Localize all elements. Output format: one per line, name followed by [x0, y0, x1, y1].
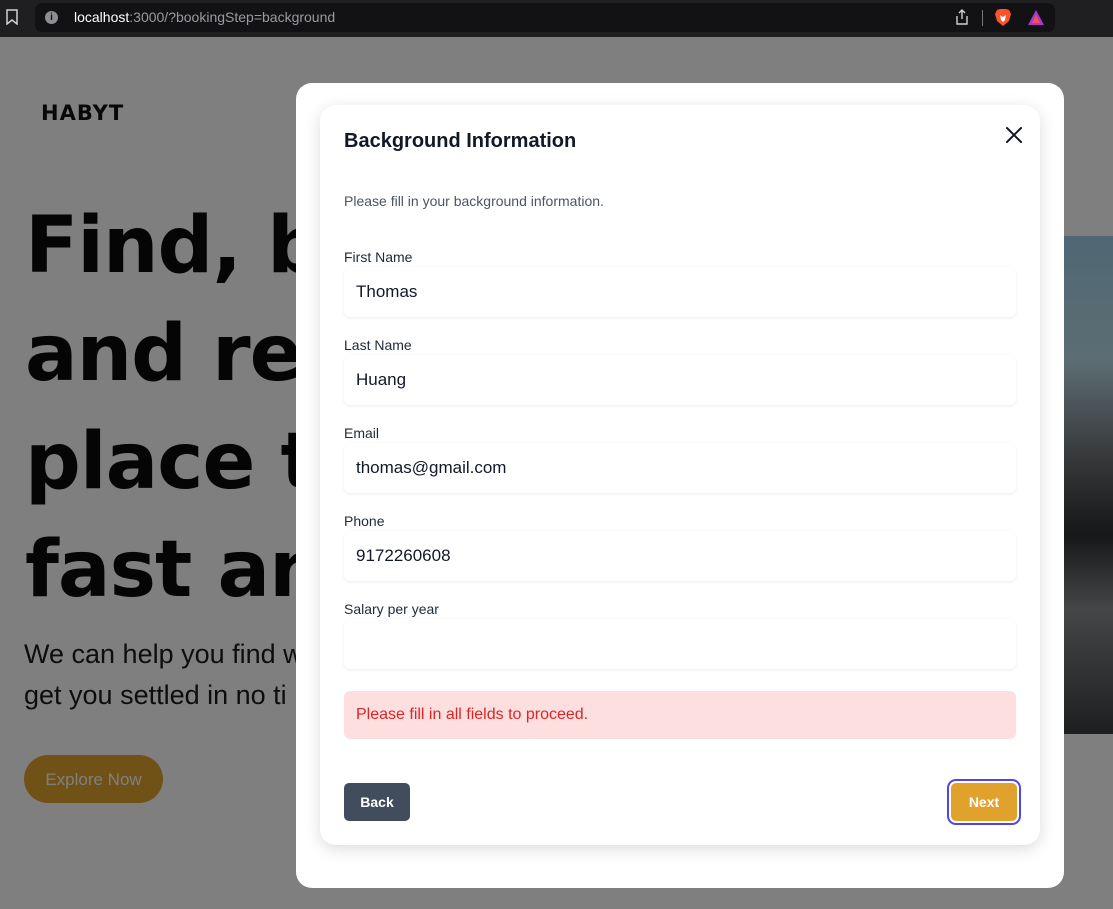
- url-text[interactable]: localhost:3000/?bookingStep=background: [74, 9, 335, 25]
- url-host: localhost: [74, 9, 130, 25]
- error-message: Please fill in all fields to proceed.: [356, 706, 589, 723]
- modal-description: Please fill in your background informati…: [344, 193, 604, 209]
- share-icon[interactable]: [955, 9, 969, 25]
- browser-toolbar: i localhost:3000/?bookingStep=background: [0, 0, 1113, 37]
- salary-label: Salary per year: [344, 601, 439, 617]
- error-alert: Please fill in all fields to proceed.: [344, 691, 1016, 739]
- toolbar-divider: [982, 10, 983, 26]
- close-icon[interactable]: [1003, 124, 1025, 146]
- last-name-label: Last Name: [344, 337, 412, 353]
- first-name-field[interactable]: [344, 267, 1016, 317]
- background-info-modal: Background Information Please fill in yo…: [320, 105, 1040, 845]
- brave-rewards-icon[interactable]: [1027, 9, 1045, 26]
- last-name-field[interactable]: [344, 355, 1016, 405]
- next-button[interactable]: Next: [951, 783, 1017, 821]
- modal-title: Background Information: [344, 130, 577, 152]
- phone-label: Phone: [344, 513, 385, 529]
- url-path: :3000/?bookingStep=background: [129, 9, 336, 25]
- email-field[interactable]: [344, 443, 1016, 493]
- first-name-label: First Name: [344, 249, 413, 265]
- brave-lion-icon[interactable]: [994, 8, 1012, 27]
- bookmark-icon[interactable]: [6, 9, 18, 25]
- site-info-icon[interactable]: i: [45, 11, 58, 24]
- email-label: Email: [344, 425, 380, 441]
- address-bar[interactable]: i localhost:3000/?bookingStep=background: [35, 3, 1055, 32]
- back-button[interactable]: Back: [344, 783, 410, 821]
- phone-field[interactable]: [344, 531, 1016, 581]
- salary-field[interactable]: [344, 619, 1016, 669]
